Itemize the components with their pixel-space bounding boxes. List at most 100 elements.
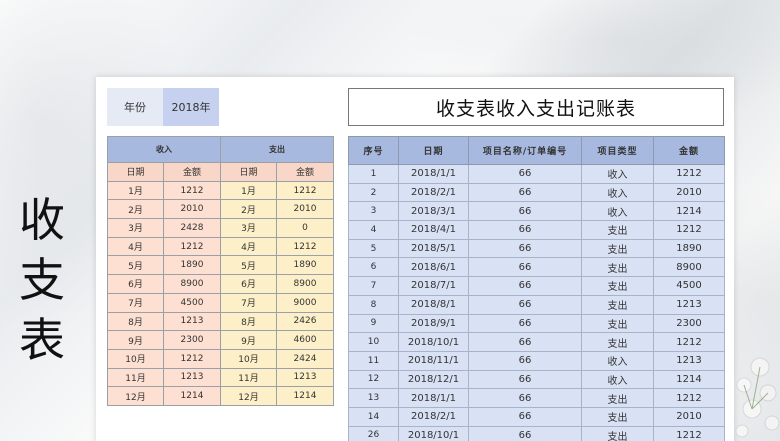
table-cell[interactable]: 1212 — [163, 236, 221, 257]
table-cell[interactable]: 1214 — [276, 386, 334, 406]
table-cell[interactable]: 1213 — [653, 350, 725, 371]
table-cell[interactable]: 1213 — [276, 367, 334, 388]
table-cell[interactable]: 8900 — [653, 257, 725, 278]
table-cell[interactable]: 2018/11/1 — [398, 350, 469, 371]
table-cell[interactable]: 9 — [348, 313, 399, 334]
table-cell[interactable]: 14 — [348, 406, 399, 427]
table-cell[interactable]: 1213 — [163, 367, 221, 388]
table-cell[interactable]: 66 — [468, 164, 582, 184]
table-cell[interactable]: 2018/8/1 — [398, 294, 469, 315]
table-cell[interactable]: 2 — [348, 182, 399, 203]
table-cell[interactable]: 2018/9/1 — [398, 313, 469, 334]
table-cell[interactable]: 1 — [348, 164, 399, 184]
table-cell[interactable]: 1212 — [163, 180, 221, 201]
table-cell[interactable]: 66 — [468, 182, 582, 203]
table-cell[interactable]: 2018/5/1 — [398, 238, 469, 259]
table-cell[interactable]: 2018/2/1 — [398, 406, 469, 427]
table-cell[interactable]: 3月 — [107, 218, 164, 238]
table-cell[interactable]: 4 — [348, 220, 399, 240]
table-cell[interactable]: 3月 — [220, 218, 277, 238]
table-cell[interactable]: 66 — [468, 220, 582, 240]
table-cell[interactable]: 6 — [348, 257, 399, 278]
table-cell[interactable]: 66 — [468, 369, 582, 390]
table-cell[interactable]: 2018/7/1 — [398, 276, 469, 296]
table-cell[interactable]: 5月 — [107, 255, 164, 276]
table-cell[interactable]: 12月 — [107, 386, 164, 406]
table-cell[interactable]: 1212 — [276, 180, 334, 201]
table-cell[interactable]: 7月 — [107, 292, 164, 313]
table-cell[interactable]: 1212 — [653, 388, 725, 408]
table-cell[interactable]: 1890 — [163, 255, 221, 276]
table-cell[interactable]: 10月 — [220, 348, 277, 369]
table-cell[interactable]: 3 — [348, 201, 399, 222]
table-cell[interactable]: 2018/12/1 — [398, 369, 469, 390]
table-cell[interactable]: 1212 — [653, 332, 725, 352]
table-cell[interactable]: 支出 — [581, 388, 654, 408]
table-cell[interactable]: 6月 — [220, 274, 277, 294]
table-cell[interactable]: 26 — [348, 425, 399, 441]
table-cell[interactable]: 66 — [468, 257, 582, 278]
table-cell[interactable]: 11 — [348, 350, 399, 371]
table-cell[interactable]: 1890 — [653, 238, 725, 259]
table-cell[interactable]: 收入 — [581, 369, 654, 390]
table-cell[interactable]: 2018/4/1 — [398, 220, 469, 240]
year-value-cell[interactable]: 2018年 — [163, 88, 219, 126]
table-cell[interactable]: 2010 — [653, 406, 725, 427]
table-cell[interactable]: 1214 — [653, 201, 725, 222]
table-cell[interactable]: 2300 — [653, 313, 725, 334]
table-cell[interactable]: 12月 — [220, 386, 277, 406]
table-cell[interactable]: 2018/2/1 — [398, 182, 469, 203]
table-cell[interactable]: 2300 — [163, 330, 221, 350]
table-cell[interactable]: 5月 — [220, 255, 277, 276]
table-cell[interactable]: 1月 — [107, 180, 164, 201]
table-cell[interactable]: 2424 — [276, 348, 334, 369]
table-cell[interactable]: 8月 — [220, 311, 277, 332]
table-cell[interactable]: 5 — [348, 238, 399, 259]
table-cell[interactable]: 10 — [348, 332, 399, 352]
table-cell[interactable]: 9月 — [107, 330, 164, 350]
table-cell[interactable]: 2010 — [276, 199, 334, 220]
table-cell[interactable]: 1212 — [653, 220, 725, 240]
table-cell[interactable]: 2018/6/1 — [398, 257, 469, 278]
table-cell[interactable]: 66 — [468, 294, 582, 315]
table-cell[interactable]: 2018/10/1 — [398, 425, 469, 441]
table-cell[interactable]: 9月 — [220, 330, 277, 350]
table-cell[interactable]: 8月 — [107, 311, 164, 332]
table-cell[interactable]: 支出 — [581, 294, 654, 315]
table-cell[interactable]: 支出 — [581, 313, 654, 334]
table-cell[interactable]: 支出 — [581, 220, 654, 240]
table-cell[interactable]: 2月 — [220, 199, 277, 220]
table-cell[interactable]: 66 — [468, 425, 582, 441]
table-cell[interactable]: 4600 — [276, 330, 334, 350]
table-cell[interactable]: 2月 — [107, 199, 164, 220]
table-cell[interactable]: 2018/10/1 — [398, 332, 469, 352]
table-cell[interactable]: 4月 — [107, 236, 164, 257]
table-cell[interactable]: 66 — [468, 350, 582, 371]
table-cell[interactable]: 7 — [348, 276, 399, 296]
table-cell[interactable]: 2010 — [653, 182, 725, 203]
table-cell[interactable]: 11月 — [107, 367, 164, 388]
table-cell[interactable]: 收入 — [581, 201, 654, 222]
table-cell[interactable]: 7月 — [220, 292, 277, 313]
table-cell[interactable]: 1890 — [276, 255, 334, 276]
table-cell[interactable]: 1213 — [163, 311, 221, 332]
table-cell[interactable]: 1月 — [220, 180, 277, 201]
table-cell[interactable]: 66 — [468, 388, 582, 408]
table-cell[interactable]: 66 — [468, 201, 582, 222]
table-cell[interactable]: 66 — [468, 332, 582, 352]
table-cell[interactable]: 10月 — [107, 348, 164, 369]
table-cell[interactable]: 4月 — [220, 236, 277, 257]
table-cell[interactable]: 支出 — [581, 238, 654, 259]
table-cell[interactable]: 收入 — [581, 164, 654, 184]
table-cell[interactable]: 66 — [468, 406, 582, 427]
table-cell[interactable]: 支出 — [581, 406, 654, 427]
table-cell[interactable]: 66 — [468, 313, 582, 334]
table-cell[interactable]: 2426 — [276, 311, 334, 332]
table-cell[interactable]: 1212 — [653, 164, 725, 184]
table-cell[interactable]: 8 — [348, 294, 399, 315]
table-cell[interactable]: 收入 — [581, 182, 654, 203]
table-cell[interactable]: 12 — [348, 369, 399, 390]
table-cell[interactable]: 1212 — [163, 348, 221, 369]
table-cell[interactable]: 6月 — [107, 274, 164, 294]
table-cell[interactable]: 11月 — [220, 367, 277, 388]
